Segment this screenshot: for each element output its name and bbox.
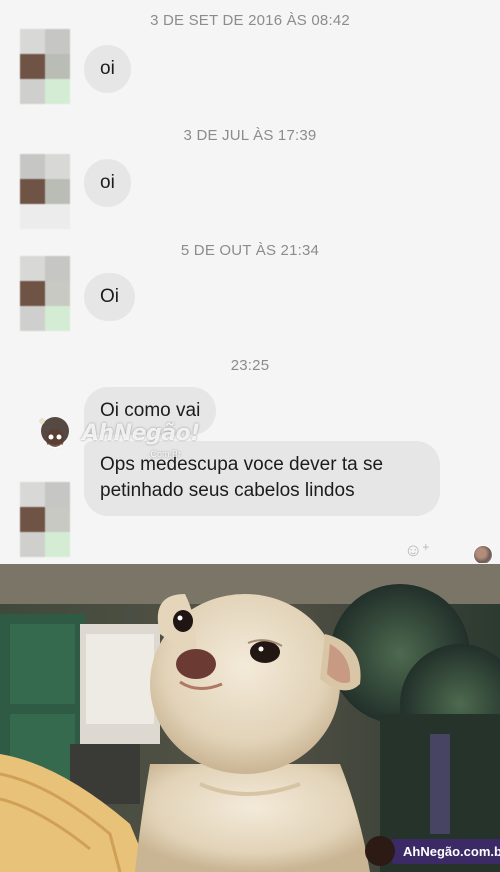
watermark-badge-text: AhNegão.com.br bbox=[391, 838, 500, 864]
cartoon-face-icon bbox=[365, 836, 395, 866]
seen-avatar bbox=[473, 545, 493, 563]
dog-photo bbox=[0, 564, 500, 872]
timestamp: 23:25 bbox=[230, 357, 270, 374]
avatar[interactable] bbox=[20, 482, 70, 557]
dog-image bbox=[0, 564, 500, 872]
message-bubble[interactable]: Oi bbox=[84, 273, 135, 321]
watermark-logo: AhNegão! .Com.Br bbox=[32, 413, 202, 469]
message-bubble[interactable]: oi bbox=[84, 45, 131, 93]
timestamp: 5 DE OUT ÀS 21:34 bbox=[180, 242, 320, 259]
chat-thread: 3 DE SET DE 2016 ÀS 08:42 oi 3 DE JUL ÀS… bbox=[0, 0, 500, 563]
avatar[interactable] bbox=[20, 29, 70, 104]
watermark-small-text: .Com.Br bbox=[148, 449, 182, 459]
cartoon-face-icon bbox=[39, 417, 69, 449]
avatar[interactable] bbox=[20, 154, 70, 229]
timestamp: 3 DE JUL ÀS 17:39 bbox=[183, 127, 317, 144]
avatar[interactable] bbox=[20, 256, 70, 331]
watermark-text: AhNegão! bbox=[82, 421, 200, 446]
message-bubble[interactable]: oi bbox=[84, 159, 131, 207]
watermark-badge: AhNegão.com.br bbox=[365, 836, 500, 866]
timestamp: 3 DE SET DE 2016 ÀS 08:42 bbox=[150, 12, 350, 29]
add-reaction-icon[interactable]: ☺+ bbox=[404, 540, 429, 561]
